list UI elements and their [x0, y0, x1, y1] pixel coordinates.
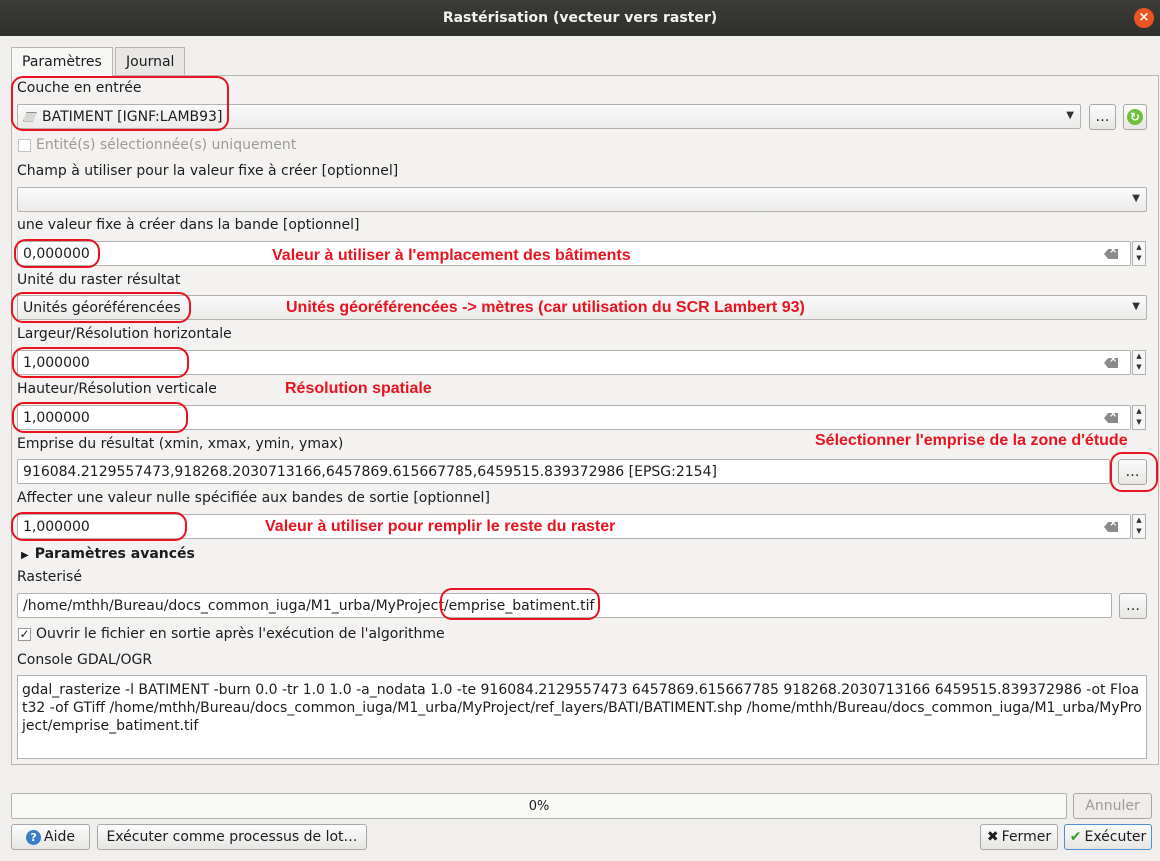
selected-only-checkbox[interactable] [18, 139, 31, 152]
nodata-label: Affecter une valeur nulle spécifiée aux … [17, 490, 490, 506]
close-x-icon: ✖ [986, 829, 999, 845]
height-spinner[interactable]: ▲ ▼ [1132, 405, 1146, 430]
annotation-ring-nodata [11, 512, 187, 541]
progress-text: 0% [528, 798, 550, 814]
burn-value-label: une valeur fixe à créer dans la bande [o… [17, 217, 360, 233]
run-button[interactable]: ✔ Exécuter [1064, 824, 1152, 850]
batch-button[interactable]: Exécuter comme processus de lot… [97, 824, 367, 850]
output-browse-button[interactable]: … [1119, 593, 1147, 619]
cancel-button[interactable]: Annuler [1073, 793, 1152, 819]
extent-label: Emprise du résultat (xmin, xmax, ymin, y… [17, 436, 344, 452]
clear-icon[interactable] [1104, 522, 1118, 532]
output-label: Rasterisé [17, 569, 82, 585]
annotation-burn: Valeur à utiliser à l'emplacement des bâ… [272, 247, 631, 264]
annotation-ring-units [11, 292, 191, 323]
clear-icon[interactable] [1104, 358, 1118, 368]
annotation-ring-output [440, 588, 600, 620]
width-label: Largeur/Résolution horizontale [17, 326, 232, 342]
annotation-nodata: Valeur à utiliser pour remplir le reste … [265, 518, 616, 535]
input-layer-browse-button[interactable]: … [1089, 104, 1116, 130]
annotation-resolution: Résolution spatiale [285, 380, 432, 397]
expand-icon: ▶ [21, 550, 29, 561]
annotation-units: Unités géoréférencées -> mètres (car uti… [286, 299, 805, 316]
clear-icon[interactable] [1104, 413, 1118, 423]
iterate-button[interactable]: ↻ [1123, 104, 1147, 130]
close-button[interactable]: ✖ Fermer [980, 824, 1058, 850]
burn-field-combo[interactable]: ▼ [17, 187, 1147, 212]
nodata-spinner[interactable]: ▲ ▼ [1132, 514, 1146, 539]
burn-value-spinner[interactable]: ▲ ▼ [1132, 241, 1146, 266]
gdal-console[interactable]: gdal_rasterize -l BATIMENT -burn 0.0 -tr… [17, 675, 1147, 759]
height-label: Hauteur/Résolution verticale [17, 381, 217, 397]
burn-field-label: Champ à utiliser pour la valeur fixe à c… [17, 163, 399, 179]
help-icon: ? [26, 829, 42, 845]
annotation-ring-width [12, 347, 189, 378]
width-spinner[interactable]: ▲ ▼ [1132, 350, 1146, 375]
selected-only-label: Entité(s) sélectionnée(s) uniquement [36, 137, 297, 153]
check-icon: ✔ [1069, 829, 1082, 845]
annotation-ring-extent [1110, 452, 1158, 492]
chevron-down-icon: ▼ [1132, 301, 1140, 312]
open-after-checkbox[interactable]: ✓ [18, 628, 31, 641]
progress-bar: 0% [11, 793, 1067, 819]
refresh-icon: ↻ [1127, 109, 1143, 125]
window-titlebar: Rastérisation (vecteur vers raster) × [0, 0, 1160, 36]
extent-input[interactable]: 916084.2129557473,918268.2030713166,6457… [17, 459, 1110, 484]
chevron-down-icon: ▼ [1066, 110, 1074, 121]
close-icon[interactable]: × [1134, 8, 1154, 28]
annotation-ring-input-layer [11, 76, 229, 131]
tab-parametres[interactable]: Paramètres [11, 47, 113, 76]
chevron-down-icon: ▼ [1132, 193, 1140, 204]
advanced-toggle[interactable]: ▶ Paramètres avancés [21, 546, 195, 562]
annotation-extent: Sélectionner l'emprise de la zone d'étud… [815, 432, 1128, 449]
clear-icon[interactable] [1104, 249, 1118, 259]
console-label: Console GDAL/OGR [17, 652, 153, 668]
help-button[interactable]: ? Aide [11, 824, 90, 850]
annotation-ring-burn [14, 239, 100, 268]
window-title: Rastérisation (vecteur vers raster) [442, 10, 718, 26]
open-after-label: Ouvrir le fichier en sortie après l'exéc… [36, 626, 445, 642]
annotation-ring-height [12, 402, 188, 433]
tab-journal[interactable]: Journal [115, 47, 186, 75]
units-label: Unité du raster résultat [17, 272, 181, 288]
